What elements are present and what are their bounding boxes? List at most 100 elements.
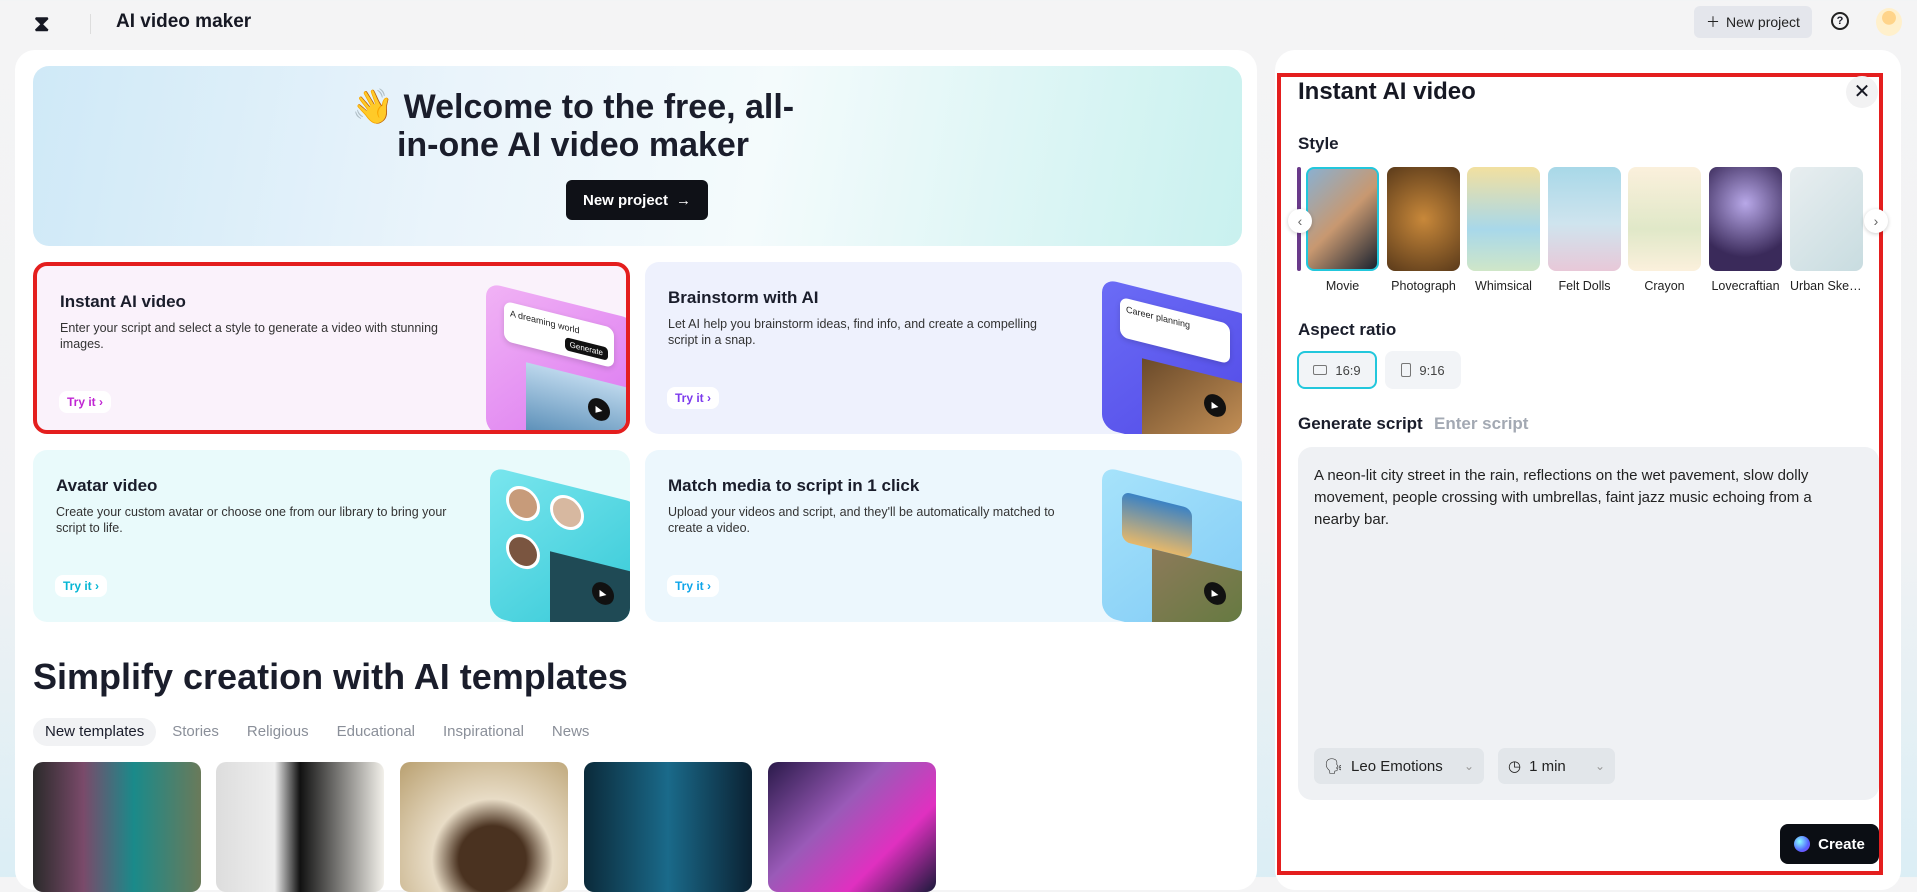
- aspect-ratio-label: Aspect ratio: [1298, 320, 1397, 339]
- template-thumbnail[interactable]: [584, 762, 752, 892]
- style-name: Urban Sketch: [1790, 279, 1863, 293]
- prompt-text: Career planning: [1126, 304, 1191, 331]
- hero-new-project-button[interactable]: New project →: [566, 180, 708, 220]
- close-icon[interactable]: ✕: [1846, 76, 1878, 108]
- style-thumb: [1709, 167, 1782, 271]
- welcome-text: Welcome to the free, all-in-one AI video…: [396, 88, 795, 164]
- try-it-button[interactable]: Try it ›: [667, 575, 720, 597]
- style-name: Crayon: [1644, 279, 1685, 293]
- voice-icon: 🗣: [1324, 758, 1344, 775]
- user-avatar[interactable]: [1876, 8, 1902, 36]
- card-illustration: ▶: [490, 466, 630, 622]
- tab-stories[interactable]: Stories: [160, 718, 231, 746]
- aspect-9-16-button[interactable]: 9:16: [1385, 351, 1461, 389]
- style-thumb: [1467, 167, 1540, 271]
- try-it-button[interactable]: Try it ›: [667, 387, 720, 409]
- prompt-card: A dreaming world Generate: [504, 300, 614, 369]
- try-it-label: Try it: [63, 579, 92, 593]
- tab-religious[interactable]: Religious: [235, 718, 321, 746]
- new-project-label: New project: [1726, 14, 1800, 30]
- style-lovecraftian[interactable]: Lovecraftian: [1709, 167, 1782, 293]
- tab-enter-script[interactable]: Enter script: [1434, 414, 1528, 434]
- template-thumbnail[interactable]: [33, 762, 201, 892]
- tab-news[interactable]: News: [540, 718, 602, 746]
- plus-icon: ＋: [1706, 14, 1721, 30]
- template-thumbnail[interactable]: [768, 762, 936, 892]
- app-title: AI video maker: [116, 11, 252, 32]
- chevron-down-icon: ⌄: [1463, 759, 1474, 773]
- portrait-icon: [1401, 363, 1412, 377]
- template-tabs: New templates Stories Religious Educatio…: [33, 718, 601, 746]
- voice-dropdown[interactable]: 🗣 Leo Emotions ⌄: [1314, 748, 1484, 784]
- preview-image: [1152, 548, 1242, 622]
- aspect-label: 9:16: [1419, 362, 1445, 378]
- style-crayon[interactable]: Crayon: [1628, 167, 1701, 293]
- template-thumbnail[interactable]: [400, 762, 568, 892]
- card-desc: Create your custom avatar or choose one …: [56, 505, 447, 535]
- chevron-down-icon: ⌄: [1594, 759, 1605, 773]
- try-it-button[interactable]: Try it ›: [59, 391, 112, 413]
- tab-inspirational[interactable]: Inspirational: [431, 718, 536, 746]
- clock-icon: ◷: [1508, 758, 1522, 775]
- card-title: Brainstorm with AI: [668, 288, 819, 307]
- welcome-title: 👋 Welcome to the free, all-in-one AI vid…: [333, 88, 813, 164]
- style-whimsical[interactable]: Whimsical: [1467, 167, 1540, 293]
- card-instant-ai-video[interactable]: Instant AI video Enter your script and s…: [33, 262, 630, 434]
- duration-dropdown[interactable]: ◷ 1 min ⌄: [1498, 748, 1615, 784]
- prompt-text: A dreaming world: [510, 308, 580, 336]
- tab-educational[interactable]: Educational: [325, 718, 427, 746]
- chevron-left-icon[interactable]: ‹: [1288, 209, 1312, 233]
- header-new-project-button[interactable]: ＋ New project: [1694, 6, 1812, 38]
- preview-image: [1142, 358, 1242, 434]
- hero-button-label: New project: [582, 191, 669, 209]
- style-name: Photograph: [1391, 279, 1456, 293]
- style-felt-dolls[interactable]: Felt Dolls: [1548, 167, 1621, 293]
- chevron-right-icon[interactable]: ›: [1864, 209, 1888, 233]
- card-illustration: ▶: [1102, 466, 1242, 622]
- voice-value: Leo Emotions: [1351, 757, 1443, 775]
- aspect-16-9-button[interactable]: 16:9: [1297, 351, 1377, 389]
- aspect-label: 16:9: [1335, 362, 1361, 378]
- style-photograph[interactable]: Photograph: [1387, 167, 1460, 293]
- preview-image: [550, 551, 630, 622]
- card-desc: Upload your videos and script, and they'…: [668, 505, 1055, 535]
- avatar-face: [506, 530, 540, 573]
- card-title: Avatar video: [56, 476, 158, 495]
- ai-orb-icon: [1794, 836, 1811, 852]
- capcut-logo-icon[interactable]: ⧗: [34, 12, 60, 36]
- style-name: Lovecraftian: [1711, 279, 1780, 293]
- card-match-media[interactable]: Match media to script in 1 click Upload …: [645, 450, 1242, 622]
- card-title: Instant AI video: [60, 292, 186, 311]
- style-name: Whimsical: [1475, 279, 1532, 293]
- try-it-button[interactable]: Try it ›: [55, 575, 108, 597]
- card-desc: Let AI help you brainstorm ideas, find i…: [668, 317, 1037, 347]
- card-avatar-video[interactable]: Avatar video Create your custom avatar o…: [33, 450, 630, 622]
- landscape-icon: [1313, 365, 1328, 375]
- template-thumbnail[interactable]: [216, 762, 384, 892]
- panel-title: Instant AI video: [1298, 78, 1476, 105]
- try-it-label: Try it: [675, 579, 704, 593]
- style-name: Felt Dolls: [1558, 279, 1611, 293]
- create-button[interactable]: Create: [1780, 824, 1879, 864]
- tab-new-templates[interactable]: New templates: [33, 718, 157, 746]
- style-thumb: [1790, 167, 1863, 271]
- tab-generate-script[interactable]: Generate script: [1298, 414, 1423, 434]
- style-thumb: [1306, 167, 1379, 271]
- style-thumb: [1548, 167, 1621, 271]
- help-icon[interactable]: ?: [1831, 12, 1849, 30]
- script-input[interactable]: A neon-lit city street in the rain, refl…: [1298, 447, 1879, 800]
- prompt-card: Career planning: [1120, 296, 1230, 365]
- try-it-label: Try it: [67, 395, 96, 409]
- divider: [90, 14, 91, 34]
- avatar-face: [550, 491, 584, 534]
- generate-chip: Generate: [564, 336, 608, 361]
- wave-icon: 👋: [351, 88, 395, 126]
- welcome-banner: 👋 Welcome to the free, all-in-one AI vid…: [33, 66, 1242, 246]
- script-text[interactable]: A neon-lit city street in the rain, refl…: [1314, 465, 1854, 531]
- card-title: Match media to script in 1 click: [668, 476, 920, 495]
- card-desc: Enter your script and select a style to …: [60, 321, 438, 351]
- style-urban-sketch[interactable]: Urban Sketch: [1790, 167, 1863, 293]
- style-movie[interactable]: Movie: [1306, 167, 1379, 293]
- duration-value: 1 min: [1529, 757, 1566, 775]
- card-brainstorm[interactable]: Brainstorm with AI Let AI help you brain…: [645, 262, 1242, 434]
